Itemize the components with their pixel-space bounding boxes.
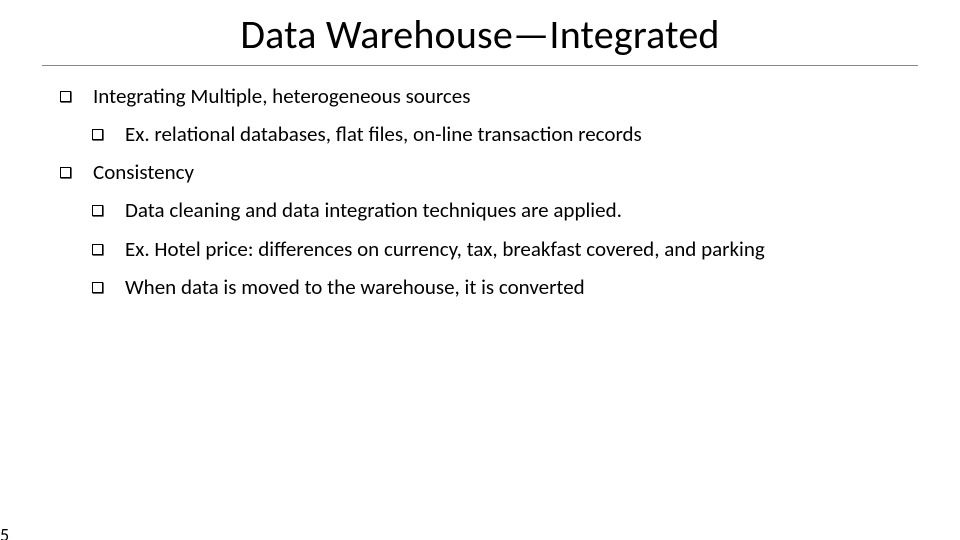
list-item-text: Ex. Hotel price: differences on currency…	[125, 237, 912, 261]
list-item: Ex. Hotel price: differences on currency…	[92, 237, 912, 261]
list-item: Consistency	[60, 160, 912, 184]
list-item: When data is moved to the warehouse, it …	[92, 275, 912, 299]
slide: Data Warehouse—Integrated Integrating Mu…	[0, 10, 960, 540]
list-item-text: Ex. relational databases, flat files, on…	[125, 122, 912, 146]
title-divider	[42, 65, 918, 66]
square-bullet-icon	[92, 244, 103, 255]
list-item: Integrating Multiple, heterogeneous sour…	[60, 84, 912, 108]
square-bullet-icon	[92, 205, 103, 216]
list-item-text: Integrating Multiple, heterogeneous sour…	[93, 84, 912, 108]
square-bullet-icon	[60, 91, 71, 102]
square-bullet-icon	[92, 129, 103, 140]
square-bullet-icon	[92, 282, 103, 293]
square-bullet-icon	[60, 167, 71, 178]
slide-title: Data Warehouse—Integrated	[0, 10, 960, 59]
list-item-text: Data cleaning and data integration techn…	[125, 198, 912, 222]
list-item: Data cleaning and data integration techn…	[92, 198, 912, 222]
list-item-text: Consistency	[93, 160, 912, 184]
slide-content: Integrating Multiple, heterogeneous sour…	[60, 84, 912, 299]
list-item: Ex. relational databases, flat files, on…	[92, 122, 912, 146]
list-item-text: When data is moved to the warehouse, it …	[125, 275, 912, 299]
page-number: 5	[0, 524, 9, 540]
